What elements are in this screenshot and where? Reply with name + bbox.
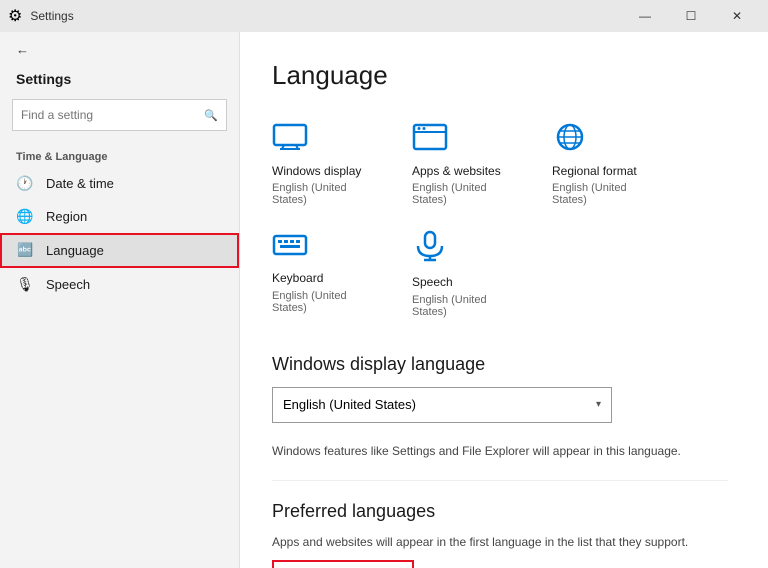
- minimize-button[interactable]: —: [622, 0, 668, 32]
- sidebar-section-label: Time & Language: [0, 143, 239, 167]
- tile-speech[interactable]: Speech English (United States): [412, 222, 532, 325]
- language-tiles-grid: Windows display English (United States) …: [272, 115, 728, 326]
- title-bar-title: Settings: [30, 9, 73, 23]
- chevron-down-icon: ▾: [596, 399, 601, 410]
- maximize-button[interactable]: ☐: [668, 0, 714, 32]
- settings-icon: ⚙: [8, 6, 22, 26]
- page-title: Language: [272, 60, 728, 91]
- globe-icon: 🌐: [16, 208, 34, 225]
- sidebar-item-date-time[interactable]: 🕐 Date & time: [0, 167, 239, 200]
- tile-windows-display[interactable]: Windows display English (United States): [272, 115, 392, 214]
- tile-label: Keyboard: [272, 271, 323, 285]
- title-bar-controls: — ☐ ✕: [622, 0, 760, 32]
- close-button[interactable]: ✕: [714, 0, 760, 32]
- content-area: Language Windows display English (United…: [240, 32, 768, 568]
- preferred-languages-title: Preferred languages: [272, 501, 728, 522]
- search-box[interactable]: 🔍: [12, 99, 227, 131]
- monitor-icon: [272, 123, 308, 158]
- title-bar-left: ⚙ Settings: [8, 6, 74, 26]
- title-bar: ⚙ Settings — ☐ ✕: [0, 0, 768, 32]
- tile-label: Regional format: [552, 164, 637, 178]
- tile-regional-format[interactable]: Regional format English (United States): [552, 115, 672, 214]
- tile-sublabel: English (United States): [272, 182, 384, 206]
- add-language-button[interactable]: + Add a language: [272, 560, 414, 568]
- sidebar-item-speech[interactable]: 🎙 Speech: [0, 268, 239, 301]
- display-language-title: Windows display language: [272, 354, 728, 375]
- tile-sublabel: English (United States): [412, 294, 524, 318]
- search-icon: 🔍: [204, 109, 218, 122]
- tile-sublabel: English (United States): [412, 182, 524, 206]
- svg-text:🔤: 🔤: [17, 242, 33, 257]
- display-language-dropdown[interactable]: English (United States) ▾: [272, 387, 612, 423]
- sidebar: ← Settings 🔍 Time & Language 🕐 Date & ti…: [0, 32, 240, 568]
- tile-label: Speech: [412, 275, 453, 289]
- app-title: Settings: [0, 67, 239, 99]
- keyboard-icon: [272, 230, 308, 265]
- sidebar-item-language[interactable]: 🔤 Language: [0, 233, 239, 268]
- back-button[interactable]: ←: [0, 32, 239, 67]
- language-icon: 🔤: [16, 241, 34, 260]
- browser-icon: [412, 123, 448, 158]
- sidebar-item-region[interactable]: 🌐 Region: [0, 200, 239, 233]
- speech-icon: 🎙: [16, 276, 34, 293]
- tile-sublabel: English (United States): [552, 182, 664, 206]
- tile-sublabel: English (United States): [272, 290, 384, 314]
- dropdown-value: English (United States): [283, 397, 416, 412]
- mic-icon: [412, 230, 448, 269]
- sidebar-item-label: Date & time: [46, 176, 114, 191]
- sidebar-item-label: Speech: [46, 277, 90, 292]
- section-divider: [272, 480, 728, 481]
- search-input[interactable]: [21, 108, 204, 122]
- tile-keyboard[interactable]: Keyboard English (United States): [272, 222, 392, 325]
- sidebar-item-label: Region: [46, 209, 87, 224]
- preferred-languages-description: Apps and websites will appear in the fir…: [272, 534, 728, 551]
- app-body: ← Settings 🔍 Time & Language 🕐 Date & ti…: [0, 32, 768, 568]
- tile-label: Windows display: [272, 164, 361, 178]
- back-icon: ←: [16, 42, 29, 57]
- regional-icon: [552, 123, 588, 158]
- tile-apps-websites[interactable]: Apps & websites English (United States): [412, 115, 532, 214]
- sidebar-item-label: Language: [46, 243, 104, 258]
- display-language-dropdown-container: English (United States) ▾: [272, 387, 728, 423]
- clock-icon: 🕐: [16, 175, 34, 192]
- display-language-description: Windows features like Settings and File …: [272, 443, 728, 460]
- tile-label: Apps & websites: [412, 164, 501, 178]
